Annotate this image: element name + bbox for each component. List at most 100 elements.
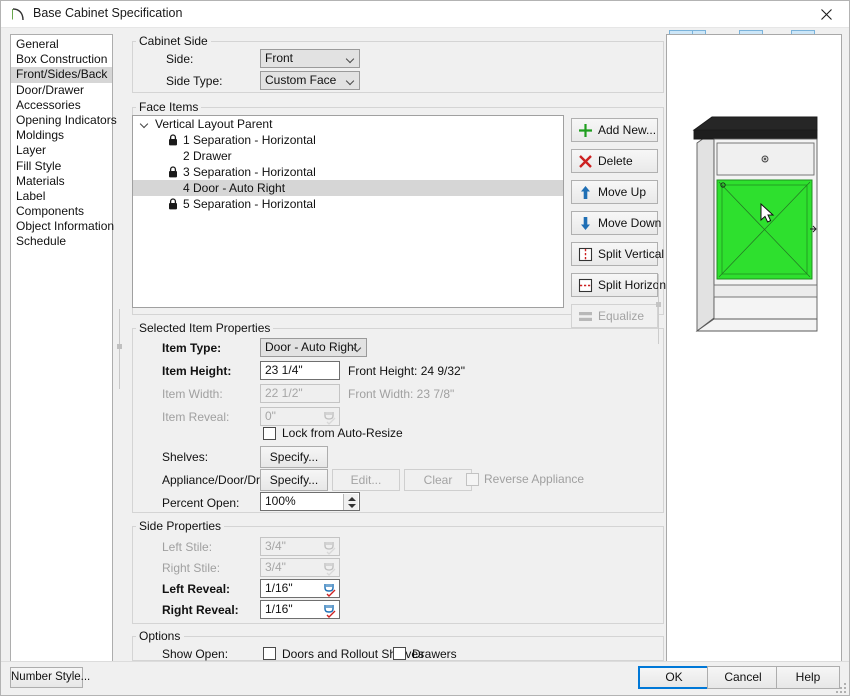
drawers-checkbox[interactable]: [393, 647, 406, 660]
delete-button[interactable]: Delete: [571, 149, 658, 173]
measure-dropper-icon[interactable]: [321, 581, 337, 597]
left-stile-label: Left Stile:: [162, 540, 213, 554]
category-list[interactable]: General Box Construction Front/Sides/Back D…: [10, 34, 117, 664]
tree-item-label: 2 Drawer: [183, 149, 232, 163]
plus-icon: [577, 122, 594, 139]
split-horizontal-icon: [577, 277, 594, 294]
lock-icon: [168, 134, 178, 146]
cancel-button[interactable]: Cancel: [707, 666, 779, 689]
side-type-dropdown-value: Custom Face: [265, 73, 337, 87]
tree-item[interactable]: 3 Separation - Horizontal: [133, 164, 563, 180]
left-splitter[interactable]: [117, 34, 122, 664]
sidebar-item-schedule[interactable]: Schedule: [11, 234, 112, 249]
doors-rollout-checkbox[interactable]: [263, 647, 276, 660]
tree-item[interactable]: 1 Separation - Horizontal: [133, 132, 563, 148]
cabinet-side-group: Cabinet Side Side: Front Side Type: Cust…: [132, 34, 664, 93]
right-reveal-input[interactable]: 1/16": [260, 600, 340, 619]
resize-grip-icon[interactable]: [836, 683, 846, 693]
chevron-down-icon[interactable]: [141, 121, 148, 128]
sidebar-item-general[interactable]: General: [11, 37, 112, 52]
preview-splitter[interactable]: [656, 34, 661, 664]
measure-dropper-icon: [321, 539, 337, 555]
split-vertical-button[interactable]: Split Vertical: [571, 242, 664, 266]
lock-icon: [168, 198, 178, 210]
sidebar-item-box-construction[interactable]: Box Construction: [11, 52, 112, 67]
front-width-value: Front Width: 23 7/8": [348, 387, 455, 401]
side-properties-group-label: Side Properties: [136, 519, 225, 533]
ok-button[interactable]: OK: [638, 666, 710, 689]
sidebar-item-front-sides-back[interactable]: Front/Sides/Back: [11, 67, 112, 83]
measure-dropper-icon: [321, 560, 337, 576]
chevron-down-icon: [347, 78, 354, 85]
move-down-button[interactable]: Move Down: [571, 211, 662, 235]
shelves-label: Shelves:: [162, 450, 209, 464]
item-height-label: Item Height:: [162, 364, 232, 378]
split-horizontal-button[interactable]: Split Horizontal: [571, 273, 679, 297]
move-up-button[interactable]: Move Up: [571, 180, 658, 204]
sidebar-item-layer[interactable]: Layer: [11, 143, 112, 158]
side-dropdown-value: Front: [265, 51, 294, 65]
button-label: Move Down: [598, 216, 662, 230]
help-button[interactable]: Help: [776, 666, 840, 689]
tree-item[interactable]: 5 Separation - Horizontal: [133, 196, 563, 212]
tree-item-label: 4 Door - Auto Right: [183, 181, 286, 195]
face-items-tree[interactable]: Vertical Layout Parent 1 Separation - Hor…: [132, 115, 564, 308]
drawers-label: Drawers: [412, 647, 457, 661]
chief-architect-arc-icon: [10, 6, 26, 22]
front-height-value: Front Height: 24 9/32": [348, 364, 465, 378]
sidebar-item-moldings[interactable]: Moldings: [11, 128, 112, 143]
item-height-input[interactable]: 23 1/4": [260, 361, 340, 380]
sidebar-item-accessories[interactable]: Accessories: [11, 98, 112, 113]
tree-item[interactable]: 4 Door - Auto Right: [133, 180, 563, 196]
tree-item[interactable]: Vertical Layout Parent: [133, 116, 563, 132]
close-icon[interactable]: [805, 1, 849, 26]
button-label: Delete: [598, 154, 633, 168]
cabinet-3d-preview[interactable]: [666, 34, 842, 664]
measure-dropper-icon[interactable]: [321, 602, 337, 618]
tree-item-label: 5 Separation - Horizontal: [183, 197, 316, 211]
item-type-label: Item Type:: [162, 341, 222, 355]
arrow-down-icon: [577, 215, 594, 232]
title-bar: Base Cabinet Specification: [1, 1, 849, 28]
item-type-dropdown[interactable]: Door - Auto Right: [260, 338, 367, 357]
reverse-appliance-label: Reverse Appliance: [484, 472, 585, 486]
face-items-group-label: Face Items: [136, 100, 202, 114]
sidebar-item-materials[interactable]: Materials: [11, 174, 112, 189]
percent-open-input[interactable]: 100%: [260, 492, 360, 511]
button-label: Add New...: [598, 123, 657, 137]
side-dropdown[interactable]: Front: [260, 49, 360, 68]
sidebar-item-opening-indicators[interactable]: Opening Indicators: [11, 113, 117, 128]
split-vertical-icon: [577, 246, 594, 263]
side-properties-group: Side Properties Left Stile: 3/4" Right S…: [132, 519, 664, 624]
left-reveal-input[interactable]: 1/16": [260, 579, 340, 598]
x-icon: [577, 153, 594, 170]
right-stile-input: 3/4": [260, 558, 340, 577]
chevron-down-icon: [347, 56, 354, 63]
sidebar-item-door-drawer[interactable]: Door/Drawer: [11, 83, 112, 98]
appliance-specify-button[interactable]: Specify...: [260, 469, 328, 491]
options-group: Options Show Open: Doors and Rollout She…: [132, 629, 664, 661]
add-new-button[interactable]: Add New...: [571, 118, 658, 142]
sidebar-item-label[interactable]: Label: [11, 189, 112, 204]
number-style-button[interactable]: Number Style...: [10, 667, 90, 688]
options-group-label: Options: [136, 629, 184, 643]
item-width-input: 22 1/2": [260, 384, 340, 403]
item-type-value: Door - Auto Right: [265, 340, 358, 354]
sidebar-item-object-information[interactable]: Object Information: [11, 219, 114, 234]
sidebar-item-fill-style[interactable]: Fill Style: [11, 159, 112, 174]
window-title: Base Cabinet Specification: [33, 6, 183, 20]
lock-auto-resize-checkbox[interactable]: [263, 427, 276, 440]
side-type-label: Side Type:: [166, 74, 223, 88]
percent-open-stepper[interactable]: [343, 494, 358, 510]
sidebar-item-components[interactable]: Components: [11, 204, 112, 219]
right-stile-label: Right Stile:: [162, 561, 221, 575]
chevron-down-icon: [354, 345, 361, 352]
side-type-dropdown[interactable]: Custom Face: [260, 71, 360, 90]
measure-dropper-icon: [321, 409, 337, 425]
tree-item[interactable]: 2 Drawer: [133, 148, 563, 164]
side-label: Side:: [166, 52, 194, 66]
reverse-appliance-checkbox: [466, 473, 479, 486]
arrow-up-icon: [577, 184, 594, 201]
shelves-specify-button[interactable]: Specify...: [260, 446, 328, 468]
cabinet-3d-render: [692, 116, 818, 332]
